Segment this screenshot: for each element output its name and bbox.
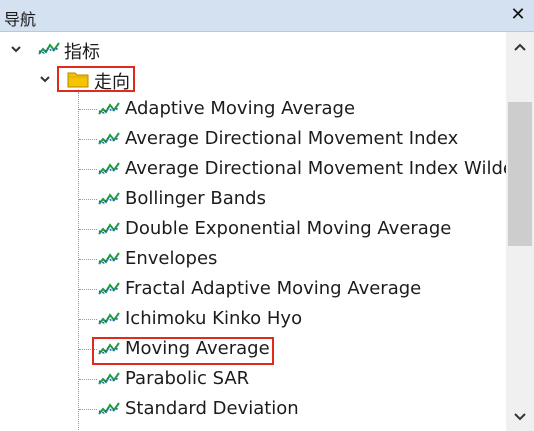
scrollbar-thumb[interactable] xyxy=(508,102,532,246)
tree-connector xyxy=(79,289,97,290)
tree-item-adaptive-moving-average[interactable]: Adaptive Moving Average xyxy=(0,94,506,124)
tree-item-fractal-adaptive-moving-average[interactable]: Fractal Adaptive Moving Average xyxy=(0,274,506,304)
tree-item-bollinger-bands[interactable]: Bollinger Bands xyxy=(0,184,506,214)
tree-item-label: Parabolic SAR xyxy=(125,368,250,389)
indicator-icon xyxy=(98,222,120,235)
navigator-tree: 指标 走向 Adaptive Moving Average Average Dir… xyxy=(0,32,506,431)
tree-item-standard-deviation[interactable]: Standard Deviation xyxy=(0,394,506,424)
navigator-titlebar: 导航 ✕ xyxy=(0,0,534,32)
tree-connector xyxy=(79,409,97,410)
indicator-icon xyxy=(98,282,120,295)
tree-item-label: Adaptive Moving Average xyxy=(125,98,356,119)
chevron-down-icon[interactable] xyxy=(39,73,51,85)
tree-root-label: 指标 xyxy=(64,42,100,63)
indicator-icon xyxy=(98,102,120,115)
tree-connector xyxy=(79,169,97,170)
panel-title: 导航 xyxy=(4,10,37,29)
indicator-icon xyxy=(98,312,120,325)
tree-connector xyxy=(79,229,97,230)
tree-item-label: Standard Deviation xyxy=(125,398,299,419)
tree-item-label: Envelopes xyxy=(125,248,218,269)
tree-item-label: Fractal Adaptive Moving Average xyxy=(125,278,422,299)
indicator-icon xyxy=(98,162,120,175)
tree-item-parabolic-sar[interactable]: Parabolic SAR xyxy=(0,364,506,394)
tree-connector xyxy=(79,109,97,110)
highlight-box-moving-average xyxy=(92,337,274,365)
indicator-icon xyxy=(98,372,120,385)
indicator-icon xyxy=(98,132,120,145)
indicator-icon xyxy=(98,192,120,205)
indicator-icon xyxy=(98,402,120,415)
chevron-down-icon[interactable] xyxy=(10,43,22,55)
tree-item-label: Average Directional Movement Index Wilde… xyxy=(125,158,506,179)
close-icon[interactable]: ✕ xyxy=(508,5,528,25)
indicator-icon xyxy=(98,252,120,265)
tree-connector xyxy=(79,139,97,140)
scroll-down-icon[interactable] xyxy=(506,405,534,431)
tree-item-label: Bollinger Bands xyxy=(125,188,266,209)
tree-item-label: Ichimoku Kinko Hyo xyxy=(125,308,303,329)
tree-item-double-exponential-moving-average[interactable]: Double Exponential Moving Average xyxy=(0,214,506,244)
tree-connector xyxy=(79,379,97,380)
indicator-icon xyxy=(38,42,60,55)
tree-item-ichimoku-kinko-hyo[interactable]: Ichimoku Kinko Hyo xyxy=(0,304,506,334)
highlight-box-folder xyxy=(57,66,135,92)
scroll-up-icon[interactable] xyxy=(506,34,534,60)
tree-root-row[interactable]: 指标 xyxy=(0,34,506,64)
tree-item-average-directional-movement-index-wilder[interactable]: Average Directional Movement Index Wilde… xyxy=(0,154,506,184)
tree-connector xyxy=(79,319,97,320)
tree-item-label: Average Directional Movement Index xyxy=(125,128,459,149)
tree-item-label: Double Exponential Moving Average xyxy=(125,218,452,239)
vertical-scrollbar[interactable] xyxy=(506,32,534,431)
tree-item-average-directional-movement-index[interactable]: Average Directional Movement Index xyxy=(0,124,506,154)
tree-connector xyxy=(79,199,97,200)
tree-item-envelopes[interactable]: Envelopes xyxy=(0,244,506,274)
tree-connector xyxy=(79,259,97,260)
